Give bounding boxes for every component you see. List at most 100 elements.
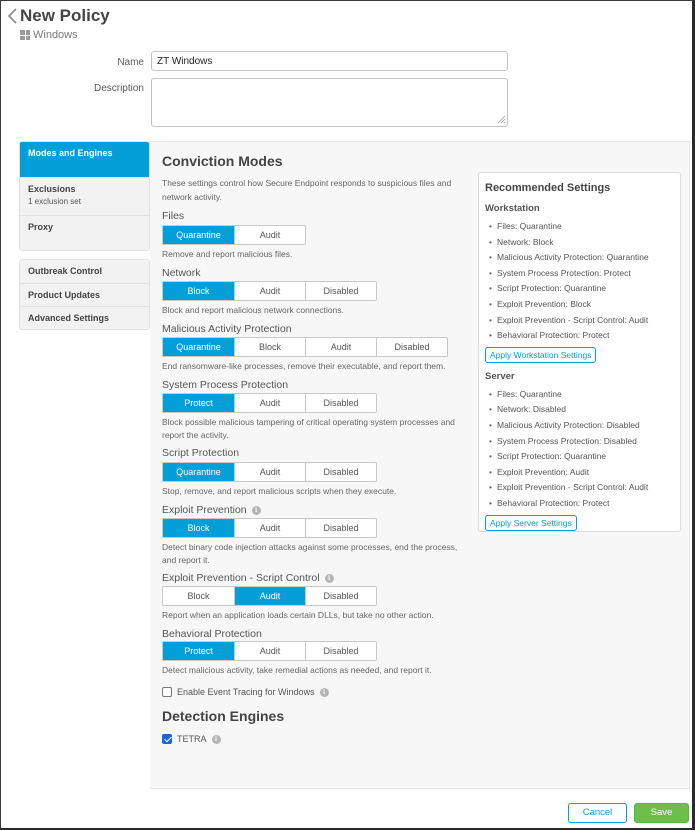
- exploit-prevention-script-control-label: Exploit Prevention - Script Control i: [162, 572, 334, 584]
- resize-grip-icon[interactable]: [496, 114, 506, 124]
- conviction-modes-title: Conviction Modes: [162, 153, 283, 169]
- platform-text: Windows: [33, 29, 78, 41]
- event-tracing-checkbox[interactable]: [162, 687, 172, 697]
- server-list: Files: QuarantineNetwork: DisabledMalici…: [485, 387, 674, 512]
- page-title: New Policy: [20, 6, 110, 25]
- behavioral-protection-mode-selector: Protect Audit Disabled: [162, 641, 377, 661]
- script-protection-description: Stop, remove, and report malicious scrip…: [162, 486, 397, 496]
- exploit-prevention-option-disabled[interactable]: Disabled: [305, 519, 376, 537]
- info-icon[interactable]: i: [319, 687, 329, 697]
- field-label-text: Files: [162, 210, 185, 222]
- event-tracing-label: Enable Event Tracing for Windows: [177, 687, 315, 697]
- info-icon[interactable]: i: [324, 573, 334, 583]
- malicious-activity-protection-mode-selector: Quarantine Block Audit Disabled: [162, 337, 448, 357]
- malicious-activity-protection-option-quarantine[interactable]: Quarantine: [163, 338, 234, 356]
- sidebar-item-product-updates[interactable]: Product Updates: [20, 283, 149, 306]
- sidebar-item-exclusions[interactable]: Exclusions 1 exclusion set: [20, 177, 149, 215]
- recommended-item: Behavioral Protection: Protect: [489, 496, 674, 512]
- behavioral-protection-description: Detect malicious activity, take remedial…: [162, 665, 432, 675]
- exploit-prevention-option-block[interactable]: Block: [163, 519, 234, 537]
- malicious-activity-protection-label: Malicious Activity Protection: [162, 323, 292, 335]
- exploit-prevention-script-control-option-audit[interactable]: Audit: [234, 587, 305, 605]
- recommended-item: Network: Disabled: [489, 402, 674, 418]
- apply-server-settings-button[interactable]: Apply Server Settings: [485, 514, 577, 531]
- system-process-protection-label: System Process Protection: [162, 379, 288, 391]
- behavioral-protection-label: Behavioral Protection: [162, 628, 262, 640]
- modes-engines-panel: Conviction Modes These settings control …: [150, 141, 690, 789]
- exclusion-count: 1 exclusion set: [28, 197, 81, 206]
- workstation-title: Workstation: [485, 203, 540, 214]
- malicious-activity-protection-option-block[interactable]: Block: [234, 338, 305, 356]
- script-protection-option-disabled[interactable]: Disabled: [305, 463, 376, 481]
- recommended-settings-title: Recommended Settings: [485, 182, 611, 194]
- recommended-item: Exploit Prevention: Block: [489, 297, 674, 313]
- info-icon[interactable]: i: [211, 734, 221, 744]
- sidebar-item-advanced-settings[interactable]: Advanced Settings: [20, 306, 149, 329]
- sidebar-item-modes-and-engines[interactable]: Modes and Engines: [20, 142, 149, 177]
- script-protection-option-audit[interactable]: Audit: [234, 463, 305, 481]
- apply-workstation-settings-button[interactable]: Apply Workstation Settings: [485, 346, 597, 363]
- network-option-audit[interactable]: Audit: [234, 282, 305, 300]
- recommended-item: Malicious Activity Protection: Quarantin…: [489, 250, 674, 266]
- exploit-prevention-label: Exploit Prevention i: [162, 504, 261, 516]
- name-input[interactable]: [151, 51, 508, 71]
- info-icon[interactable]: i: [251, 505, 261, 515]
- malicious-activity-protection-option-audit[interactable]: Audit: [305, 338, 376, 356]
- tetra-checkbox[interactable]: [162, 734, 172, 744]
- behavioral-protection-option-audit[interactable]: Audit: [234, 642, 305, 660]
- tetra-label: TETRA: [177, 734, 207, 744]
- conviction-modes-intro: These settings control how Secure Endpoi…: [162, 178, 452, 202]
- save-button[interactable]: Save: [634, 803, 689, 823]
- behavioral-protection-option-disabled[interactable]: Disabled: [305, 642, 376, 660]
- sidebar: Modes and Engines Exclusions 1 exclusion…: [19, 141, 150, 330]
- recommended-item: Script Protection: Quarantine: [489, 281, 674, 297]
- sidebar-item-outbreak-control[interactable]: Outbreak Control: [20, 260, 149, 283]
- network-option-disabled[interactable]: Disabled: [305, 282, 376, 300]
- description-input[interactable]: [151, 78, 508, 127]
- system-process-protection-option-disabled[interactable]: Disabled: [305, 394, 376, 412]
- recommended-item: Exploit Prevention: Audit: [489, 465, 674, 481]
- exploit-prevention-script-control-mode-selector: Block Audit Disabled: [162, 586, 377, 606]
- script-protection-option-quarantine[interactable]: Quarantine: [163, 463, 234, 481]
- exploit-prevention-script-control-description: Report when an application loads certain…: [162, 610, 434, 620]
- system-process-protection-mode-selector: Protect Audit Disabled: [162, 393, 377, 413]
- exploit-prevention-script-control-option-disabled[interactable]: Disabled: [305, 587, 376, 605]
- exploit-prevention-script-control-option-block[interactable]: Block: [163, 587, 234, 605]
- platform-label: Windows: [20, 29, 78, 41]
- malicious-activity-protection-option-disabled[interactable]: Disabled: [376, 338, 447, 356]
- tetra-row: TETRA i: [162, 734, 221, 744]
- network-label: Network: [162, 267, 201, 279]
- network-option-block[interactable]: Block: [163, 282, 234, 300]
- detection-engines-title: Detection Engines: [162, 708, 285, 724]
- script-protection-label: Script Protection: [162, 447, 239, 459]
- recommended-settings-card: Recommended Settings Workstation Files: …: [478, 172, 681, 532]
- system-process-protection-option-protect[interactable]: Protect: [163, 394, 234, 412]
- system-process-protection-option-audit[interactable]: Audit: [234, 394, 305, 412]
- files-mode-selector: Quarantine Audit: [162, 225, 306, 245]
- cancel-button[interactable]: Cancel: [568, 803, 627, 823]
- system-process-protection-description: Block possible malicious tampering of cr…: [162, 417, 455, 440]
- sidebar-group-secondary: Outbreak Control Product Updates Advance…: [19, 259, 150, 330]
- exploit-prevention-option-audit[interactable]: Audit: [234, 519, 305, 537]
- sidebar-item-label: Exclusions: [28, 184, 76, 194]
- recommended-item: Script Protection: Quarantine: [489, 449, 674, 465]
- field-label-text: Network: [162, 267, 201, 279]
- sidebar-item-proxy[interactable]: Proxy: [20, 215, 149, 250]
- files-label: Files: [162, 210, 184, 222]
- workstation-list: Files: QuarantineNetwork: BlockMalicious…: [485, 219, 674, 344]
- recommended-item: System Process Protection: Disabled: [489, 434, 674, 450]
- field-label-text: Malicious Activity Protection: [162, 323, 292, 335]
- description-label: Description: [93, 83, 144, 94]
- field-label-text: System Process Protection: [162, 379, 289, 391]
- field-label-text: Exploit Prevention - Script Control: [162, 572, 320, 584]
- files-description: Remove and report malicious files.: [162, 249, 293, 259]
- behavioral-protection-option-protect[interactable]: Protect: [163, 642, 234, 660]
- sidebar-item-label: Proxy: [28, 222, 54, 232]
- recommended-item: Network: Block: [489, 235, 674, 251]
- windows-logo-icon: [20, 30, 30, 40]
- files-option-quarantine[interactable]: Quarantine: [163, 226, 234, 244]
- sidebar-item-label: Modes and Engines: [28, 148, 113, 158]
- recommended-item: Exploit Prevention - Script Control: Aud…: [489, 313, 674, 329]
- files-option-audit[interactable]: Audit: [234, 226, 305, 244]
- field-label-text: Exploit Prevention: [162, 504, 247, 516]
